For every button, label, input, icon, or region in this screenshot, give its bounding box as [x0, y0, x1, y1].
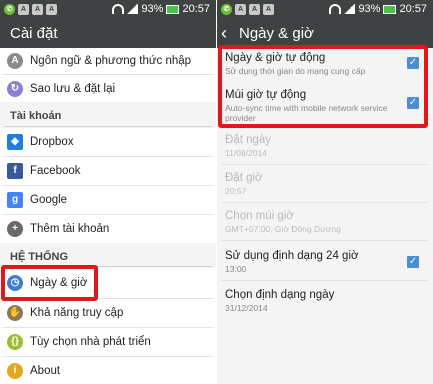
app-notification-icon: A — [18, 4, 29, 15]
info-icon: i — [7, 362, 23, 379]
whatsapp-icon: ✆ — [221, 4, 232, 15]
google-icon: g — [7, 192, 23, 208]
setting-summary: 31/12/2014 — [225, 303, 268, 313]
accessibility-icon: ✋ — [7, 305, 23, 321]
section-header-system: HỆ THỐNG — [10, 251, 69, 263]
highlight-box — [1, 265, 98, 301]
divider — [221, 202, 429, 203]
settings-item-label: Sao lưu & đặt lại — [30, 82, 116, 95]
setting-title: Chọn múi giờ — [225, 210, 294, 222]
app-bar: Cài đặt — [0, 20, 216, 48]
setting-summary: 13:00 — [225, 264, 247, 274]
setting-select-timezone: Chọn múi giờ GMT+07:00, Giờ Đông Dương — [225, 210, 425, 234]
account-label: Facebook — [30, 165, 81, 177]
setting-summary: 20:57 — [225, 186, 247, 196]
divider — [221, 164, 429, 165]
status-bar: ✆ A A A 93% 20:57 — [217, 0, 433, 20]
setting-title: Đặt ngày — [225, 134, 272, 146]
battery-icon — [166, 4, 180, 14]
back-arrow-icon[interactable]: ‹ — [221, 23, 227, 44]
app-notification-icon: A — [263, 4, 274, 15]
settings-item-language[interactable]: A Ngôn ngữ & phương thức nhập — [0, 48, 216, 74]
account-label: Thêm tài khoản — [30, 223, 110, 235]
battery-icon — [383, 4, 397, 14]
setting-title: Sử dụng định dạng 24 giờ — [225, 250, 359, 262]
system-item-developer-options[interactable]: {} Tùy chọn nhà phát triển — [0, 328, 216, 356]
battery-percent: 93% — [141, 3, 164, 15]
page-title[interactable]: Ngày & giờ — [239, 25, 314, 42]
section-header-accounts: Tài khoản — [10, 110, 62, 122]
settings-item-backup[interactable]: ↻ Sao lưu & đặt lại — [0, 75, 216, 102]
settings-panel: ✆ A A A 93% 20:57 Cài đặt A Ngôn ngữ & p… — [0, 0, 216, 384]
account-item-google[interactable]: g Google — [0, 186, 216, 214]
dropbox-icon: ◆ — [7, 134, 23, 150]
setting-summary: GMT+07:00, Giờ Đông Dương — [225, 224, 341, 234]
system-item-label: Tùy chọn nhà phát triển — [30, 336, 151, 348]
account-label: Google — [30, 194, 68, 206]
clock-time: 20:57 — [182, 3, 210, 15]
account-item-facebook[interactable]: f Facebook — [0, 157, 216, 185]
signal-icon — [127, 4, 139, 14]
account-label: Dropbox — [30, 136, 74, 148]
backup-icon: ↻ — [7, 80, 23, 97]
section-divider — [4, 126, 212, 127]
setting-title: Đặt giờ — [225, 172, 263, 184]
settings-item-label: Ngôn ngữ & phương thức nhập — [30, 55, 192, 67]
system-item-about[interactable]: i About — [0, 357, 216, 384]
setting-24-hour-format[interactable]: Sử dụng định dạng 24 giờ 13:00 — [225, 250, 425, 274]
battery-percent: 93% — [358, 3, 381, 15]
divider — [221, 280, 429, 281]
whatsapp-icon: ✆ — [4, 4, 15, 15]
system-item-label: Khả năng truy cập — [30, 307, 124, 319]
setting-set-date: Đặt ngày 11/08/2014 — [225, 134, 425, 158]
setting-set-time: Đặt giờ 20:57 — [225, 172, 425, 196]
system-item-accessibility[interactable]: ✋ Khả năng truy cập — [0, 299, 216, 327]
wifi-icon — [329, 4, 342, 14]
page-title: Cài đặt — [10, 25, 58, 42]
facebook-icon: f — [7, 163, 23, 179]
signal-icon — [344, 4, 356, 14]
account-item-dropbox[interactable]: ◆ Dropbox — [0, 128, 216, 156]
setting-date-format[interactable]: Chọn định dạng ngày 31/12/2014 — [225, 289, 425, 313]
add-account-button[interactable]: + Thêm tài khoản — [0, 215, 216, 243]
clock-time: 20:57 — [399, 3, 427, 15]
date-time-panel: ✆ A A A 93% 20:57 ‹ Ngày & giờ Ngày & gi… — [217, 0, 433, 384]
add-account-icon: + — [7, 221, 23, 237]
app-notification-icon: A — [32, 4, 43, 15]
app-bar: ‹ Ngày & giờ — [217, 20, 433, 48]
checkbox-24-hour-format[interactable]: ✓ — [407, 256, 419, 268]
app-notification-icon: A — [46, 4, 57, 15]
setting-title: Chọn định dạng ngày — [225, 289, 335, 301]
app-notification-icon: A — [235, 4, 246, 15]
setting-summary: 11/08/2014 — [225, 148, 267, 158]
wifi-icon — [112, 4, 125, 14]
divider — [221, 240, 429, 241]
highlight-box — [218, 45, 428, 128]
language-icon: A — [7, 53, 23, 69]
system-item-label: About — [30, 364, 61, 377]
developer-icon: {} — [7, 334, 23, 350]
app-notification-icon: A — [249, 4, 260, 15]
status-bar: ✆ A A A 93% 20:57 — [0, 0, 216, 20]
